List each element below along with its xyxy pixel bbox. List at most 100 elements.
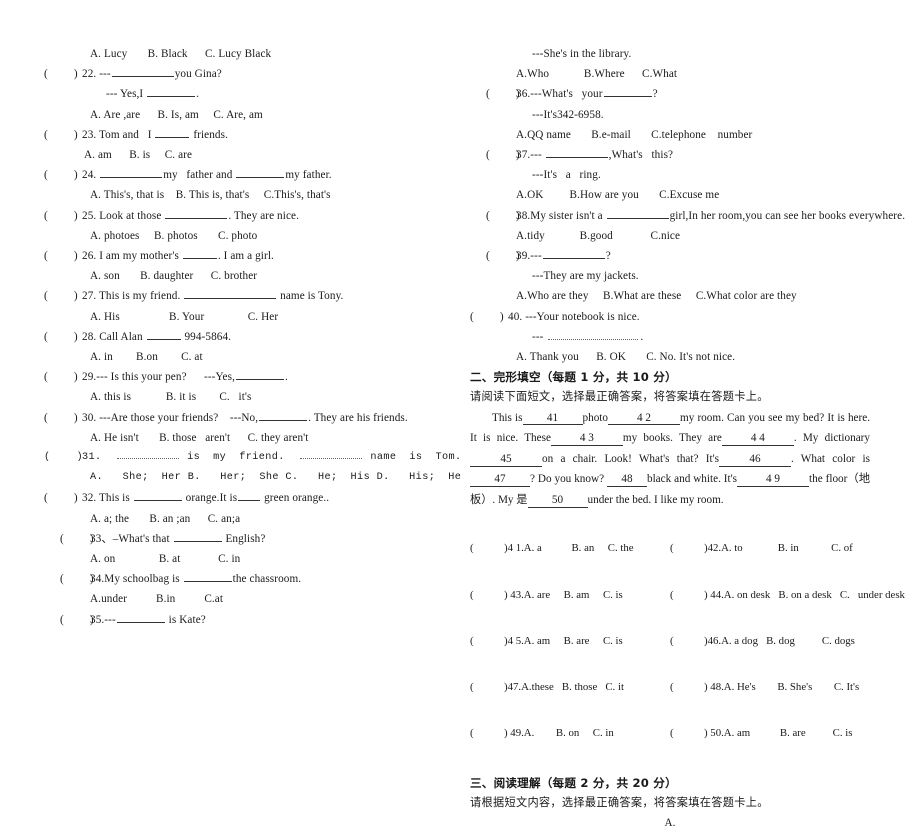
answer-paren[interactable]: (: [470, 588, 504, 603]
section-3-heading: 三、阅读理解（每题 2 分，共 20 分）: [470, 775, 677, 790]
answer-blank[interactable]: [606, 207, 669, 219]
answer-blank[interactable]: [116, 611, 165, 623]
answer-paren[interactable]: (: [470, 680, 504, 695]
cloze-blank-47[interactable]: 47: [470, 474, 530, 488]
right-column: ---She's in the library. A.Who B.Where C…: [470, 44, 905, 833]
section-2-instruction: 请阅读下面短文，选择最正确答案，将答案填在答题卡上。: [470, 390, 769, 404]
answer-paren[interactable]: (: [470, 726, 504, 741]
options-line: A. this is B. it is C. it's: [90, 391, 252, 404]
answer-paren[interactable]: (): [478, 84, 520, 104]
options-line: A.OK B.How are you C.Excuse me: [516, 189, 720, 202]
options-line: A. photoes B. photos C. photo: [90, 229, 258, 242]
answer-blank[interactable]: [155, 127, 190, 138]
cloze-blank-42[interactable]: 4 2: [608, 412, 680, 426]
cloze-blank-48[interactable]: 48: [606, 474, 647, 488]
answer-blank[interactable]: [184, 288, 277, 300]
answer-blank[interactable]: [238, 490, 261, 502]
answer-paren[interactable]: (): [44, 488, 82, 508]
answer-blank[interactable]: [147, 86, 196, 98]
section-3-instruction: 请根据短文内容，选择最正确答案，将答案填在答题卡上。: [470, 795, 769, 809]
answer-paren[interactable]: (): [44, 448, 83, 468]
question-31: ()31. is my friend. name is Tom.: [44, 448, 461, 468]
answer-paren[interactable]: (: [670, 541, 704, 556]
answer-paren[interactable]: (): [52, 529, 94, 549]
answer-paren[interactable]: (: [670, 588, 704, 603]
question-29: () 29.--- Is this your pen? ---Yes,.: [44, 367, 444, 387]
answer-paren[interactable]: (): [44, 408, 82, 428]
answer-paren[interactable]: (): [44, 327, 82, 347]
options-line: A.Who are they B.What are these C.What c…: [516, 290, 797, 303]
question-28: () 28. Call Alan 994-5864.: [44, 327, 444, 347]
question-36-reply: ---It's342-6958.: [532, 108, 604, 121]
answer-paren[interactable]: (): [44, 165, 82, 185]
answer-paren[interactable]: (): [478, 145, 520, 165]
options-line: A.QQ name B.e-mail C.telephone number: [516, 128, 753, 141]
cloze-blank-43[interactable]: 4 3: [550, 432, 623, 446]
cloze-blank-45[interactable]: 45: [470, 453, 542, 467]
answer-blank[interactable]: [259, 409, 308, 421]
options-line: A.under B.in C.at: [90, 593, 224, 606]
section-2-heading: 二、完形填空（每题 1 分，共 10 分）: [470, 370, 677, 385]
question-39-reply: ---They are my jackets.: [532, 270, 639, 283]
options-line: A. He isn't B. those aren't C. they aren…: [90, 431, 309, 444]
answer-paren[interactable]: (): [470, 307, 508, 327]
cloze-passage: This is 41 photo 4 2 my room. Can you see my…: [470, 411, 871, 508]
answer-blank[interactable]: [146, 329, 181, 340]
answer-paren[interactable]: (: [670, 634, 704, 649]
answer-blank[interactable]: [173, 531, 222, 542]
answer-blank[interactable]: [111, 66, 174, 78]
answer-paren[interactable]: (): [44, 286, 82, 306]
options-line: A. This's, that is B. This is, that's C.…: [90, 189, 331, 202]
cloze-blank-46[interactable]: 46: [718, 453, 791, 467]
question-22: () 22. --- you Gina?: [44, 64, 444, 84]
answer-blank[interactable]: [236, 167, 285, 179]
answer-blank[interactable]: [299, 449, 362, 460]
answer-paren[interactable]: (: [470, 541, 504, 556]
answer-paren[interactable]: (): [44, 125, 82, 145]
cloze-blank-49[interactable]: 4 9: [737, 474, 810, 488]
question-number: 22.: [82, 68, 97, 81]
answer-row: ()4 5.A. am B. are C. is()46.A. a dog B.…: [470, 634, 870, 649]
options-line: A. on B. at C. in: [90, 553, 241, 566]
options-line: A. His B. Your C. Her: [90, 310, 279, 323]
options-line: A.tidy B.good C.nice: [516, 229, 681, 242]
question-40: () 40. ---Your notebook is nice.: [470, 307, 870, 327]
answer-row: () 43.A. are B. am C. is() 44.A. on desk…: [470, 588, 905, 603]
answer-blank[interactable]: [603, 86, 652, 98]
answer-paren[interactable]: (): [44, 206, 82, 226]
answer-blank[interactable]: [116, 449, 179, 460]
answer-paren[interactable]: (): [52, 569, 94, 589]
left-column: A. Lucy B. Black C. Lucy Black () 22. ---…: [44, 44, 461, 630]
answer-paren[interactable]: (): [478, 246, 520, 266]
answer-row: ()4 1.A. a B. an C. the()42.A. to B. in …: [470, 541, 870, 556]
answer-blank[interactable]: [165, 207, 228, 219]
answer-paren[interactable]: (): [478, 206, 520, 226]
answer-blank[interactable]: [100, 167, 163, 179]
answer-blank[interactable]: [235, 369, 284, 381]
options-line: A. Are ,are B. Is, am C. Are, am: [90, 108, 263, 121]
answer-blank[interactable]: [548, 329, 639, 340]
options-line: A. a; the B. an ;an C. an;a: [90, 512, 241, 525]
question-33: ()33、–What's that English?: [44, 529, 444, 549]
answer-blank[interactable]: [542, 248, 605, 260]
cloze-blank-44[interactable]: 4 4: [721, 432, 794, 446]
answer-paren[interactable]: (: [470, 634, 504, 649]
answer-paren[interactable]: (): [44, 246, 82, 266]
answer-paren[interactable]: (): [44, 367, 82, 387]
options-line: A. son B. daughter C. brother: [90, 270, 258, 283]
answer-blank[interactable]: [133, 490, 182, 502]
question-38: ()38.My sister isn't a girl,In her room,…: [470, 206, 905, 226]
cloze-blank-50[interactable]: 50: [527, 494, 588, 508]
answer-paren[interactable]: (): [52, 610, 94, 630]
answer-paren[interactable]: (: [670, 726, 704, 741]
answer-blank[interactable]: [545, 147, 608, 159]
question-35-reply: ---She's in the library.: [532, 48, 632, 60]
question-23: () 23. Tom and I friends.: [44, 125, 444, 145]
question-30: () 30. ---Are those your friends? ---No,.…: [44, 408, 444, 428]
cloze-blank-41[interactable]: 41: [522, 412, 583, 426]
answer-row: () 49.A. B. on C. in() 50.A. am B. are C…: [470, 726, 870, 741]
answer-paren[interactable]: (): [44, 64, 82, 84]
answer-blank[interactable]: [183, 571, 232, 583]
answer-blank[interactable]: [182, 248, 217, 260]
answer-paren[interactable]: (: [670, 680, 704, 695]
